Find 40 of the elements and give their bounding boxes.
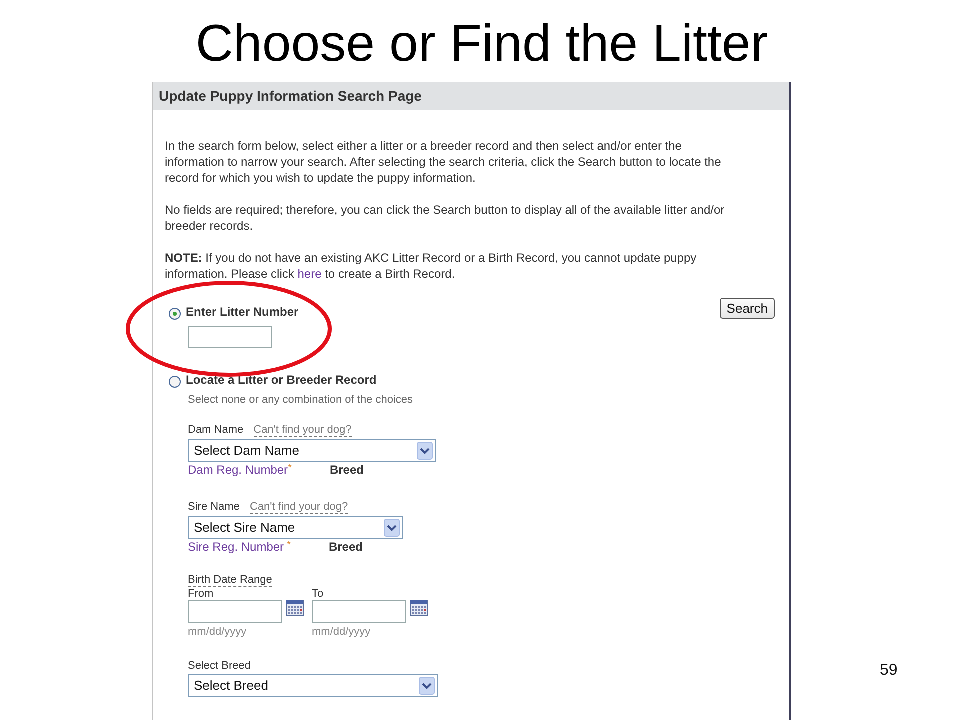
date-format-hint: mm/dd/yyyy xyxy=(188,626,248,638)
litter-number-field[interactable] xyxy=(188,326,272,348)
page-number: 59 xyxy=(880,662,898,680)
help-link[interactable]: Can't find your dog? xyxy=(254,424,352,437)
hint-text: Select none or any combination of the choices xyxy=(188,394,414,406)
note-text: NOTE: If you do not have an existing AKC Litter Record or a Birth Record, you cannot update puppy information. Please click here to create a Birth Record. xyxy=(165,250,698,282)
field-label: To xyxy=(312,588,325,600)
dropdown[interactable]: Select Dam Name xyxy=(188,439,436,462)
slide-title: Choose or Find the Litter xyxy=(194,14,770,75)
calendar-icon[interactable] xyxy=(410,600,428,616)
breed-label: Breed xyxy=(328,540,363,554)
date-field[interactable] xyxy=(312,600,406,623)
date-field[interactable] xyxy=(188,600,282,623)
chevron-down-icon xyxy=(419,676,435,694)
instruction-text: In the search form below, select either a litter or a breeder record and then select and/or enter the information to narrow your search. After selecting the search criteria, click the Search button to locate the record for which you wish to update the puppy information. xyxy=(165,138,722,186)
reg-number-label: Sire Reg. Number xyxy=(188,540,284,554)
field-label: From xyxy=(188,588,215,600)
page-header: Update Puppy Information Search Page xyxy=(153,82,789,110)
option-label: Locate a Litter or Breeder Record xyxy=(186,373,377,387)
reg-number-label: Dam Reg. Number xyxy=(188,463,288,477)
here-link[interactable]: here xyxy=(298,267,322,281)
dropdown[interactable]: Select Sire Name xyxy=(188,516,403,539)
instruction-text: No fields are required; therefore, you can click the Search button to display all of the available litter and/or breeder records. xyxy=(165,202,725,234)
dropdown[interactable]: Select Breed xyxy=(188,674,438,697)
help-link[interactable]: Can't find your dog? xyxy=(250,501,348,514)
option-label: Enter Litter Number xyxy=(186,305,299,319)
chevron-down-icon xyxy=(417,442,433,460)
chevron-down-icon xyxy=(384,518,400,536)
search-button[interactable]: Search xyxy=(720,298,775,319)
required-mark: * xyxy=(288,463,292,474)
breed-label: Breed xyxy=(330,463,364,477)
date-format-hint: mm/dd/yyyy xyxy=(312,626,372,638)
calendar-icon[interactable] xyxy=(286,600,304,616)
radio-button[interactable] xyxy=(169,376,181,388)
required-mark: * xyxy=(287,540,291,551)
radio-button[interactable] xyxy=(169,308,181,320)
field-label: Dam Name xyxy=(188,424,244,437)
field-label: Sire Name xyxy=(188,501,240,514)
field-label: Birth Date Range xyxy=(188,574,272,587)
field-label: Select Breed xyxy=(188,660,251,672)
